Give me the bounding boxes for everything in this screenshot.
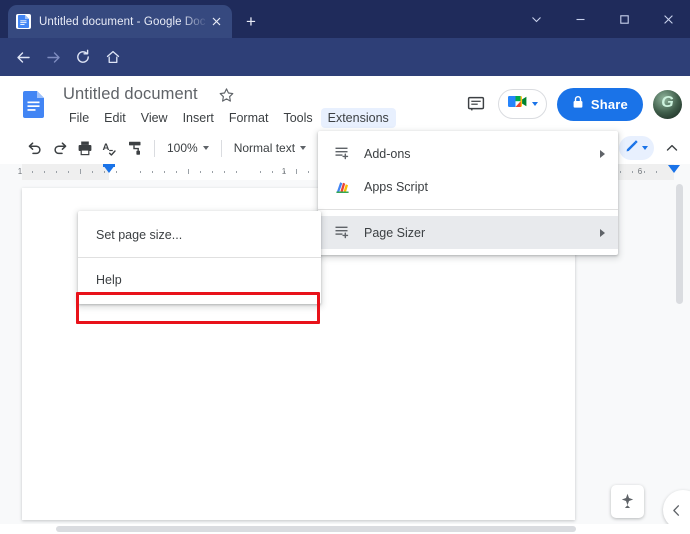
- page-sizer-submenu[interactable]: Set page size... Help: [78, 211, 321, 304]
- reload-icon[interactable]: [68, 42, 98, 72]
- chevron-down-icon[interactable]: [514, 0, 558, 38]
- zoom-value: 100%: [167, 141, 198, 155]
- right-indent-marker-icon[interactable]: [668, 165, 680, 173]
- chevron-down-icon: [300, 146, 307, 150]
- menu-view[interactable]: View: [134, 108, 175, 128]
- add-ons-icon: [332, 144, 352, 164]
- menu-item-label: Apps Script: [364, 179, 428, 194]
- paint-format-icon[interactable]: [122, 136, 147, 161]
- share-button[interactable]: Share: [556, 87, 643, 121]
- collapse-toolbar-icon[interactable]: [660, 136, 684, 160]
- forward-arrow-icon[interactable]: [38, 42, 68, 72]
- chevron-down-icon: [202, 146, 209, 150]
- lock-icon: [572, 95, 584, 114]
- google-docs-logo-icon[interactable]: [18, 88, 51, 121]
- user-avatar[interactable]: G: [653, 89, 682, 119]
- share-button-label: Share: [590, 96, 628, 112]
- menu-item-add-ons[interactable]: Add-ons: [318, 137, 618, 170]
- docs-menu-bar: File Edit View Insert Format Tools Exten…: [62, 108, 397, 128]
- browser-tab[interactable]: Untitled document - Google Doc: [8, 5, 232, 38]
- paragraph-style-selector[interactable]: Normal text: [229, 138, 311, 158]
- spellcheck-icon[interactable]: A: [97, 136, 122, 161]
- pencil-icon: [625, 139, 639, 158]
- google-meet-button[interactable]: [497, 89, 547, 119]
- extensions-dropdown-menu[interactable]: Add-ons Apps Script Page Sizer: [318, 131, 618, 255]
- new-tab-button[interactable]: +: [240, 11, 262, 33]
- menu-item-page-sizer[interactable]: Page Sizer: [318, 216, 618, 249]
- menu-item-label: Page Sizer: [364, 225, 426, 240]
- vertical-scrollbar-thumb[interactable]: [676, 184, 683, 304]
- zoom-selector[interactable]: 100%: [162, 138, 214, 158]
- google-docs-favicon-icon: [16, 14, 31, 29]
- menu-item-label: Set page size...: [96, 228, 183, 242]
- menu-format[interactable]: Format: [222, 108, 276, 128]
- maximize-icon[interactable]: [602, 0, 646, 38]
- home-icon[interactable]: [98, 42, 128, 72]
- close-icon[interactable]: [646, 0, 690, 38]
- menu-divider: [318, 209, 618, 210]
- horizontal-scrollbar[interactable]: [0, 524, 690, 534]
- left-indent-marker-icon[interactable]: [103, 165, 115, 173]
- explore-button[interactable]: [611, 485, 644, 518]
- menu-edit[interactable]: Edit: [97, 108, 133, 128]
- submenu-arrow-icon: [600, 228, 605, 237]
- tab-title: Untitled document - Google Doc: [39, 15, 206, 28]
- menu-divider: [78, 257, 321, 258]
- browser-window: Untitled document - Google Doc + Untitle…: [0, 0, 690, 534]
- minimize-icon[interactable]: [558, 0, 602, 38]
- submenu-arrow-icon: [600, 149, 605, 158]
- toolbar-right-group: [619, 135, 684, 161]
- ruler-number: 6: [637, 167, 643, 176]
- svg-text:A: A: [102, 142, 109, 153]
- menu-item-label: Help: [96, 273, 122, 287]
- explore-icon: [621, 493, 634, 508]
- docs-header-actions: Share G: [464, 86, 682, 122]
- chevron-down-icon: [642, 146, 648, 150]
- apps-script-icon: [332, 177, 352, 197]
- chevron-left-icon: [672, 504, 679, 516]
- vertical-scrollbar[interactable]: [676, 180, 687, 534]
- docs-header: Untitled document File Edit View Insert …: [0, 76, 690, 132]
- ruler-number: 1: [17, 167, 23, 176]
- editing-mode-button[interactable]: [619, 136, 654, 160]
- style-value: Normal text: [233, 141, 296, 155]
- tab-close-icon[interactable]: [208, 14, 224, 30]
- menu-tools[interactable]: Tools: [276, 108, 319, 128]
- redo-icon[interactable]: [47, 136, 72, 161]
- ruler-number: 1: [281, 167, 287, 176]
- tab-strip: Untitled document - Google Doc +: [0, 0, 690, 38]
- add-ons-icon: [332, 223, 352, 243]
- google-docs-app: Untitled document File Edit View Insert …: [0, 76, 690, 534]
- menu-item-set-page-size[interactable]: Set page size...: [78, 217, 321, 253]
- google-meet-icon: [507, 93, 528, 115]
- star-icon[interactable]: [218, 87, 236, 105]
- print-icon[interactable]: [72, 136, 97, 161]
- window-controls: [514, 0, 690, 38]
- menu-item-apps-script[interactable]: Apps Script: [318, 170, 618, 203]
- chevron-down-icon: [531, 102, 538, 106]
- horizontal-scrollbar-thumb[interactable]: [56, 526, 576, 532]
- avatar-initial: G: [661, 94, 674, 111]
- browser-toolbar: https://docs.google.com/document/d/11VMu…: [0, 38, 690, 108]
- undo-icon[interactable]: [22, 136, 47, 161]
- menu-item-label: Add-ons: [364, 146, 411, 161]
- back-arrow-icon[interactable]: [8, 42, 38, 72]
- comment-icon[interactable]: [464, 92, 488, 116]
- menu-insert[interactable]: Insert: [176, 108, 221, 128]
- document-title[interactable]: Untitled document: [63, 85, 198, 104]
- menu-item-help[interactable]: Help: [78, 262, 321, 298]
- menu-extensions[interactable]: Extensions: [320, 108, 396, 128]
- menu-file[interactable]: File: [62, 108, 96, 128]
